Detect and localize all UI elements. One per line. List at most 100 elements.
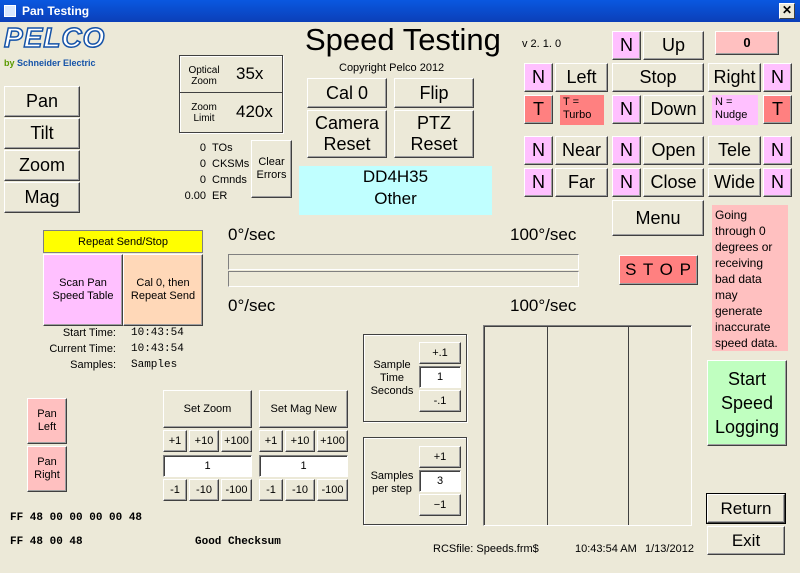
close-n-button[interactable]: N bbox=[612, 168, 641, 197]
flip-button[interactable]: Flip bbox=[394, 78, 474, 108]
close-iris-button[interactable]: Close bbox=[643, 168, 704, 197]
speed-progress-bottom bbox=[228, 271, 579, 287]
return-button[interactable]: Return bbox=[706, 493, 786, 524]
speed-max-bottom: 100°/sec bbox=[510, 296, 577, 315]
samples-step-up-button[interactable]: +1 bbox=[419, 446, 461, 468]
er-label: ER bbox=[212, 190, 228, 202]
up-n-button[interactable]: N bbox=[612, 31, 641, 60]
mag-minus1-button[interactable]: -1 bbox=[259, 479, 283, 501]
warning-text: Going through 0 degrees or receiving bad… bbox=[712, 205, 788, 351]
pan-left-button[interactable]: Pan Left bbox=[27, 398, 67, 444]
down-n-button[interactable]: N bbox=[612, 95, 641, 124]
sample-time-down-button[interactable]: -.1 bbox=[419, 390, 461, 412]
zoom-value-input[interactable]: 1 bbox=[163, 455, 252, 477]
clock-date: 1/13/2012 bbox=[645, 543, 694, 555]
optical-zoom-value: 35x bbox=[236, 64, 264, 83]
down-button[interactable]: Down bbox=[643, 95, 704, 124]
ptz-reset-button[interactable]: PTZ Reset bbox=[394, 110, 474, 158]
cmnds-value: 0 bbox=[199, 174, 206, 186]
samples-step-down-button[interactable]: −1 bbox=[419, 494, 461, 516]
camera-reset-button[interactable]: Camera Reset bbox=[307, 110, 387, 158]
near-button[interactable]: Near bbox=[555, 136, 608, 165]
samples-step-input[interactable]: 3 bbox=[419, 470, 461, 492]
right-n-button[interactable]: N bbox=[763, 63, 792, 92]
cksms-value: 0 bbox=[199, 158, 206, 170]
pelco-logo: PELCO by Schneider Electric bbox=[3, 22, 120, 72]
turbo-legend: T = Turbo bbox=[560, 95, 604, 125]
title-bar: Pan Testing ✕ bbox=[0, 0, 800, 22]
stop-button[interactable]: Stop bbox=[612, 63, 704, 92]
tele-button[interactable]: Tele bbox=[708, 136, 761, 165]
app-icon bbox=[4, 5, 16, 17]
mag-plus10-button[interactable]: +10 bbox=[285, 430, 315, 452]
tos-value: 0 bbox=[199, 142, 206, 154]
speed-min-top: 0°/sec bbox=[228, 225, 276, 244]
cal0-button[interactable]: Cal 0 bbox=[307, 78, 387, 108]
set-zoom-button[interactable]: Set Zoom bbox=[163, 390, 252, 428]
right-button[interactable]: Right bbox=[708, 63, 761, 92]
nudge-legend: N = Nudge bbox=[712, 95, 758, 125]
cksms-label: CKSMs bbox=[212, 158, 250, 170]
wide-button[interactable]: Wide bbox=[708, 168, 761, 197]
device-model: DD4H35 bbox=[362, 167, 429, 186]
speed-max-top: 100°/sec bbox=[510, 225, 577, 244]
left-n-button[interactable]: N bbox=[524, 63, 553, 92]
sample-time-input[interactable]: 1 bbox=[419, 366, 461, 388]
logo-sub: by Schneider Electric bbox=[4, 58, 120, 68]
mag-minus100-button[interactable]: -100 bbox=[317, 479, 348, 501]
device-type: Other bbox=[374, 189, 417, 208]
mag-minus10-button[interactable]: -10 bbox=[285, 479, 315, 501]
mag-plus100-button[interactable]: +100 bbox=[317, 430, 348, 452]
pan-right-button[interactable]: Pan Right bbox=[27, 446, 67, 492]
sample-time-up-button[interactable]: +.1 bbox=[419, 342, 461, 364]
far-button[interactable]: Far bbox=[555, 168, 608, 197]
tele-n-button[interactable]: N bbox=[763, 136, 792, 165]
zoom-button[interactable]: Zoom bbox=[4, 150, 80, 181]
counter-button[interactable]: 0 bbox=[715, 31, 779, 55]
close-button[interactable]: ✕ bbox=[779, 3, 795, 19]
logo-sub-prefix: by bbox=[4, 58, 15, 68]
zoom-minus1-button[interactable]: -1 bbox=[163, 479, 187, 501]
copyright-label: Copyright Pelco 2012 bbox=[339, 62, 445, 74]
checksum-status: Good Checksum bbox=[195, 536, 281, 548]
cal0-repeat-button[interactable]: Cal 0, then Repeat Send bbox=[123, 254, 203, 326]
logo-sub-brand: Schneider Electric bbox=[17, 58, 96, 68]
mag-value-input[interactable]: 1 bbox=[259, 455, 348, 477]
current-time-value: 10:43:54 bbox=[131, 343, 184, 355]
logo-brand: PELCO bbox=[3, 22, 106, 53]
zoom-limit-label: Zoom Limit bbox=[191, 102, 217, 124]
mag-button[interactable]: Mag bbox=[4, 182, 80, 213]
wide-n-button[interactable]: N bbox=[763, 168, 792, 197]
left-button[interactable]: Left bbox=[555, 63, 608, 92]
mag-plus1-button[interactable]: +1 bbox=[259, 430, 283, 452]
zoom-plus10-button[interactable]: +10 bbox=[189, 430, 219, 452]
zoom-minus10-button[interactable]: -10 bbox=[189, 479, 219, 501]
clear-errors-button[interactable]: Clear Errors bbox=[251, 140, 292, 198]
start-speed-logging-button[interactable]: Start Speed Logging bbox=[707, 360, 787, 446]
error-counters: 0 TOs 0 CKSMs 0 Cmnds 0.00 ER bbox=[178, 142, 250, 206]
pan-button[interactable]: Pan bbox=[4, 86, 80, 117]
set-mag-button[interactable]: Set Mag New bbox=[259, 390, 348, 428]
zoom-plus100-button[interactable]: +100 bbox=[221, 430, 252, 452]
menu-button[interactable]: Menu bbox=[612, 200, 704, 236]
scan-pan-speed-button[interactable]: Scan Pan Speed Table bbox=[43, 254, 123, 326]
samples-value: Samples bbox=[131, 359, 178, 371]
up-button[interactable]: Up bbox=[643, 31, 704, 60]
open-button[interactable]: Open bbox=[643, 136, 704, 165]
window-title: Pan Testing bbox=[22, 4, 90, 18]
near-n-button[interactable]: N bbox=[524, 136, 553, 165]
big-stop-button[interactable]: S T O P bbox=[619, 255, 698, 285]
page-title: Speed Testing bbox=[305, 22, 501, 57]
cmnds-label: Cmnds bbox=[212, 174, 247, 186]
tilt-button[interactable]: Tilt bbox=[4, 118, 80, 149]
speed-progress-top bbox=[228, 254, 579, 270]
open-n-button[interactable]: N bbox=[612, 136, 641, 165]
zoom-limit-value: 420x bbox=[236, 102, 273, 121]
exit-button[interactable]: Exit bbox=[707, 526, 785, 555]
repeat-send-header[interactable]: Repeat Send/Stop bbox=[43, 230, 203, 253]
far-n-button[interactable]: N bbox=[524, 168, 553, 197]
right-t-button[interactable]: T bbox=[763, 95, 792, 124]
zoom-minus100-button[interactable]: -100 bbox=[221, 479, 252, 501]
zoom-plus1-button[interactable]: +1 bbox=[163, 430, 187, 452]
left-t-button[interactable]: T bbox=[524, 95, 553, 124]
